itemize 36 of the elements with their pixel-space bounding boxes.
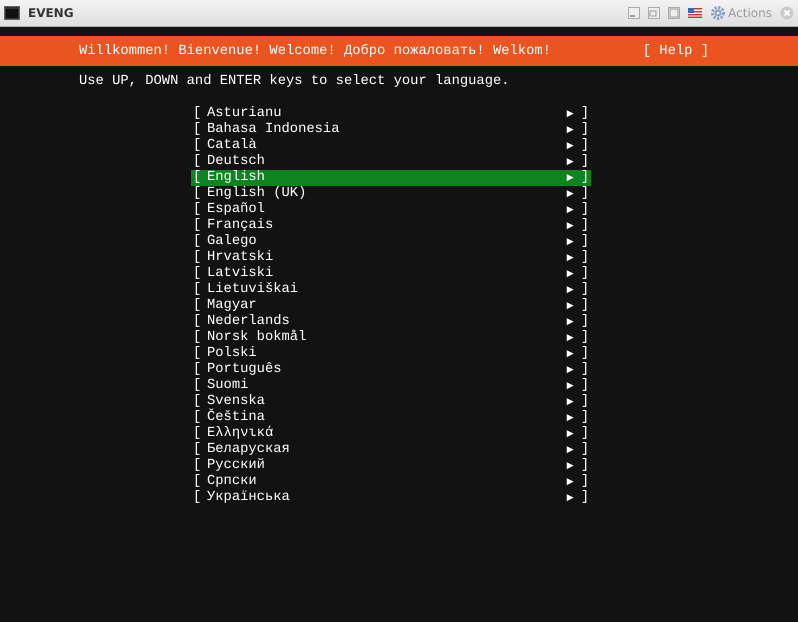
language-item[interactable]: [ Português ▶ ] [191, 362, 591, 378]
language-item[interactable]: [ Norsk bokmål ▶ ] [191, 330, 591, 346]
language-item[interactable]: [ Latviski ▶ ] [191, 266, 591, 282]
language-item[interactable]: [ Ελληνικά ▶ ] [191, 426, 591, 442]
settings-icon[interactable] [710, 5, 726, 21]
language-item[interactable]: [ Русский ▶ ] [191, 458, 591, 474]
language-item[interactable]: [ Deutsch ▶ ] [191, 154, 591, 170]
language-item[interactable]: [ Français ▶ ] [191, 218, 591, 234]
restore-icon[interactable] [648, 7, 660, 19]
language-item[interactable]: [ Čeština ▶ ] [191, 410, 591, 426]
close-icon[interactable] [780, 6, 794, 20]
terminal-icon [4, 6, 20, 20]
maximize-icon[interactable] [668, 7, 680, 19]
language-item[interactable]: [ Polski ▶ ] [191, 346, 591, 362]
language-item[interactable]: [ English (UK) ▶ ] [191, 186, 591, 202]
language-item[interactable]: [ Svenska ▶ ] [191, 394, 591, 410]
help-button[interactable]: [ Help ] [642, 44, 709, 58]
language-item[interactable]: [ Asturianu ▶ ] [191, 106, 591, 122]
window-title: EVENG [28, 6, 75, 20]
language-item[interactable]: [ English ▶ ] [191, 170, 591, 186]
language-item[interactable]: [ Lietuviškai ▶ ] [191, 282, 591, 298]
language-item[interactable]: [ Bahasa Indonesia ▶ ] [191, 122, 591, 138]
welcome-title: Willkommen! Bienvenue! Welcome! Добро пожаловать! Welkom! [79, 44, 551, 58]
language-item[interactable]: [ Беларуская ▶ ] [191, 442, 591, 458]
language-item[interactable]: [ Español ▶ ] [191, 202, 591, 218]
language-item[interactable]: [ Magyar ▶ ] [191, 298, 591, 314]
language-item[interactable]: [ Hrvatski ▶ ] [191, 250, 591, 266]
language-item[interactable]: [ Српски ▶ ] [191, 474, 591, 490]
flag-icon[interactable] [688, 8, 702, 18]
language-item[interactable]: [ Українська ▶ ] [191, 490, 591, 506]
language-item[interactable]: [ Català ▶ ] [191, 138, 591, 154]
language-item[interactable]: [ Suomi ▶ ] [191, 378, 591, 394]
instructions-text: Use UP, DOWN and ENTER keys to select your language. [79, 74, 511, 90]
language-item[interactable]: [ Nederlands ▶ ] [191, 314, 591, 330]
language-item[interactable]: [ Galego ▶ ] [191, 234, 591, 250]
minimize-icon[interactable] [628, 7, 640, 19]
